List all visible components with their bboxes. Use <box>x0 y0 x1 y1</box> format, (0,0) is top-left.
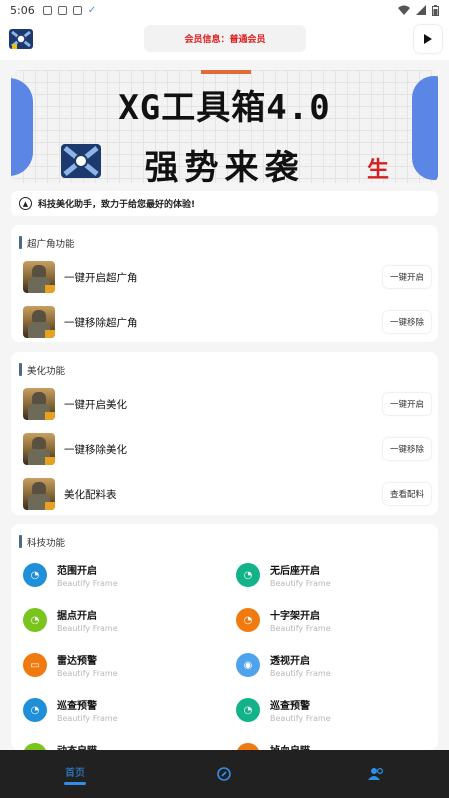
banner-decoration <box>201 70 251 74</box>
feature-row: 一键移除美化 一键移除 <box>23 432 431 466</box>
promo-banner[interactable]: XG工具箱4.0 强势来袭 生 <box>11 70 438 183</box>
tab-active-indicator <box>64 781 86 785</box>
tech-feature-item[interactable]: ◔ 范围开启 Beautify Frame <box>23 560 223 594</box>
tech-feature-item[interactable]: ◔ 动态自瞄 <box>23 740 223 750</box>
tech-feature-subtitle: Beautify Frame <box>270 579 331 588</box>
status-bar: 5:06 ✓ <box>0 0 449 20</box>
shield-icon <box>72 5 82 15</box>
tech-feature-item[interactable]: ▭ 雷达预警 Beautify Frame <box>23 650 223 684</box>
tech-feature-item[interactable]: ◔ 掉血自瞄 <box>236 740 436 750</box>
gauge-icon: ◔ <box>23 608 47 632</box>
tech-feature-item[interactable]: ◔ 据点开启 Beautify Frame <box>23 605 223 639</box>
remove-button[interactable]: 一键移除 <box>382 311 431 333</box>
status-notification-icons: ✓ <box>42 4 97 16</box>
feature-row: 一键开启超广角 一键开启 <box>23 260 431 294</box>
section-title: 超广角功能 <box>19 236 75 250</box>
tech-feature-name: 据点开启 <box>57 611 97 622</box>
tech-feature-subtitle: Beautify Frame <box>270 624 331 633</box>
gauge-icon: ◔ <box>236 608 260 632</box>
users-icon <box>368 767 384 780</box>
section-card-wide-angle: 超广角功能 一键开启超广角 一键开启 一键移除超广角 一键移除 <box>11 225 438 342</box>
tech-feature-name: 动态自瞄 <box>57 742 97 750</box>
gauge-icon: ◔ <box>236 563 260 587</box>
tech-feature-subtitle: Beautify Frame <box>270 669 331 678</box>
game-thumbnail <box>23 478 55 510</box>
tech-feature-item[interactable]: ◉ 透视开启 Beautify Frame <box>236 650 436 684</box>
feature-label: 一键开启超广角 <box>64 271 138 284</box>
section-title: 科技功能 <box>19 535 65 549</box>
tech-feature-subtitle: Beautify Frame <box>57 579 118 588</box>
banner-title: XG工具箱4.0 <box>118 88 331 128</box>
tech-feature-subtitle: Beautify Frame <box>57 714 118 723</box>
tech-feature-item[interactable]: ◔ 巡查预警 Beautify Frame <box>236 695 436 729</box>
view-ingredients-button[interactable]: 查看配料 <box>382 483 431 505</box>
tech-feature-name: 无后座开启 <box>270 566 320 577</box>
status-system-icons <box>398 4 439 16</box>
gauge-icon: ◔ <box>23 563 47 587</box>
game-thumbnail <box>23 433 55 465</box>
wifi-icon <box>398 5 410 15</box>
tech-feature-name: 十字架开启 <box>270 611 320 622</box>
tech-feature-subtitle: Beautify Frame <box>57 624 118 633</box>
gauge-icon: ◔ <box>236 698 260 722</box>
tech-feature-item[interactable]: ◔ 十字架开启 Beautify Frame <box>236 605 436 639</box>
play-icon <box>424 34 432 44</box>
feature-row: 一键开启美化 一键开启 <box>23 387 431 421</box>
compass-icon: ◉ <box>236 653 260 677</box>
gauge-icon: ◔ <box>23 743 47 750</box>
enable-button[interactable]: 一键开启 <box>382 266 431 288</box>
battery-icon <box>432 4 439 16</box>
shield-icon <box>57 5 67 15</box>
gauge-icon: ◔ <box>236 743 260 750</box>
notification-icon <box>42 5 52 15</box>
feature-row: 一键移除超广角 一键移除 <box>23 305 431 339</box>
tab-home-label: 首页 <box>65 767 85 779</box>
feature-label: 一键开启美化 <box>64 398 127 411</box>
tech-feature-subtitle: Beautify Frame <box>270 714 331 723</box>
banner-corner-char: 生 <box>367 158 390 183</box>
member-info-pill[interactable]: 会员信息：普通会员 <box>144 25 306 52</box>
section-title: 美化功能 <box>19 363 65 377</box>
gauge-icon: ◔ <box>23 698 47 722</box>
check-icon: ✓ <box>87 4 97 16</box>
app-header: 会员信息：普通会员 <box>0 20 449 60</box>
notice-text: 科技美化助手，致力于给您最好的体验! <box>38 200 196 210</box>
tab-user[interactable] <box>366 750 386 798</box>
bell-icon: ▲ <box>19 197 32 210</box>
remove-button[interactable]: 一键移除 <box>382 438 431 460</box>
tech-feature-name: 雷达预警 <box>57 656 97 667</box>
tech-feature-item[interactable]: ◔ 无后座开启 Beautify Frame <box>236 560 436 594</box>
feature-label: 美化配料表 <box>64 488 117 501</box>
tech-feature-name: 透视开启 <box>270 656 310 667</box>
notice-bar: ▲ 科技美化助手，致力于给您最好的体验! <box>11 191 438 216</box>
wrench-icon <box>217 767 231 781</box>
feature-label: 一键移除超广角 <box>64 316 138 329</box>
tech-feature-name: 范围开启 <box>57 566 97 577</box>
game-thumbnail <box>23 261 55 293</box>
play-button[interactable] <box>414 25 442 53</box>
game-thumbnail <box>23 306 55 338</box>
game-thumbnail <box>23 388 55 420</box>
tech-feature-name: 巡查预警 <box>270 701 310 712</box>
tech-feature-item[interactable]: ◔ 巡查预警 Beautify Frame <box>23 695 223 729</box>
status-time: 5:06 <box>10 3 35 17</box>
feature-row: 美化配料表 查看配料 <box>23 477 431 511</box>
bottom-tab-bar: 首页 <box>0 750 449 798</box>
tab-home[interactable]: 首页 <box>60 750 90 798</box>
feature-label: 一键移除美化 <box>64 443 127 456</box>
tech-feature-name: 掉血自瞄 <box>270 742 310 750</box>
app-logo-icon[interactable] <box>8 26 34 52</box>
section-card-beautify: 美化功能 一键开启美化 一键开启 一键移除美化 一键移除 美化配料表 查看配料 <box>11 352 438 515</box>
tab-tools[interactable] <box>214 750 234 798</box>
vr-glasses-icon: ▭ <box>23 653 47 677</box>
section-card-tech: 科技功能 ◔ 范围开启 Beautify Frame ◔ 无后座开启 Beautify F… <box>11 524 438 750</box>
tech-feature-subtitle: Beautify Frame <box>57 669 118 678</box>
tech-feature-name: 巡查预警 <box>57 701 97 712</box>
signal-icon <box>416 5 426 15</box>
enable-button[interactable]: 一键开启 <box>382 393 431 415</box>
